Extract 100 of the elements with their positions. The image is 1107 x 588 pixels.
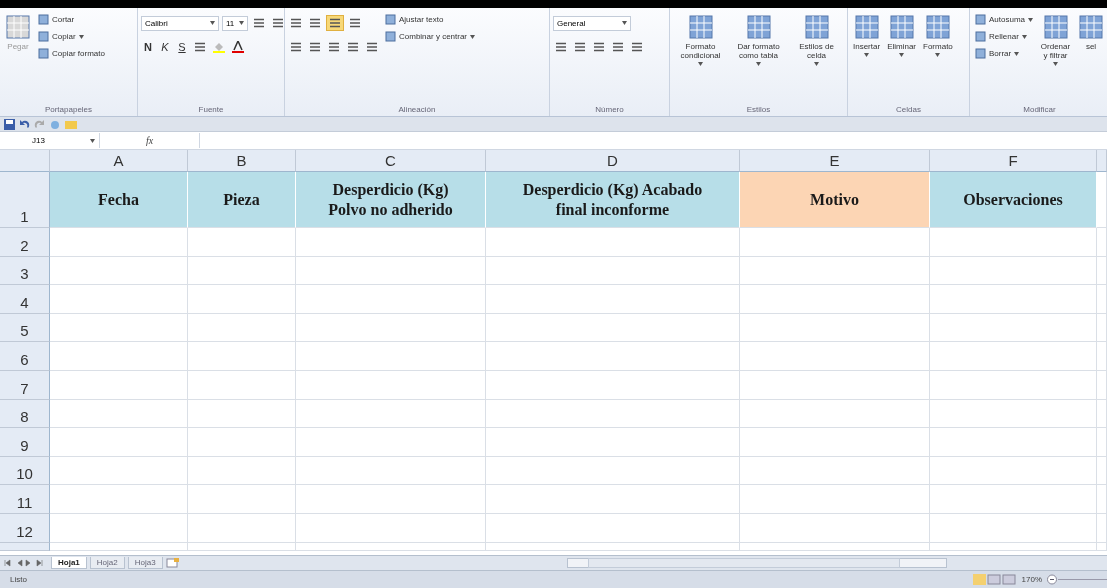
row-header[interactable]: 10	[0, 456, 50, 486]
grid-icon	[803, 14, 830, 40]
column-header[interactable]: E	[740, 150, 930, 172]
lines-icon	[290, 42, 302, 52]
group-label: Fuente	[198, 104, 224, 116]
square-icon	[975, 48, 986, 59]
ribbon-button[interactable]: Dar formato como tabla	[731, 12, 786, 69]
function-label[interactable]: fx	[106, 135, 194, 146]
caret-icon	[78, 34, 84, 39]
ribbon-button[interactable]: Rellenar	[973, 29, 1036, 44]
table-cell: Motivo	[740, 172, 930, 228]
caret-icon	[239, 21, 244, 25]
ribbon-button[interactable]: sel	[1076, 12, 1106, 54]
grid-icon	[1042, 14, 1069, 40]
table-cell	[1097, 542, 1107, 551]
ribbon-button[interactable]: Copiar formato	[36, 46, 107, 61]
sheet-tab[interactable]: Hoja1	[51, 557, 87, 569]
row-header[interactable]: 11	[0, 485, 50, 514]
format-button[interactable]: S	[175, 39, 189, 55]
column-header[interactable]: C	[296, 150, 486, 172]
caret-icon	[622, 21, 627, 25]
row-header[interactable]: 4	[0, 285, 50, 314]
grid-icon	[5, 14, 31, 40]
table-cell	[1097, 370, 1107, 400]
lines-icon	[194, 42, 206, 52]
square-icon	[385, 31, 396, 42]
ribbon-button[interactable]: Insertar	[851, 12, 883, 60]
table-cell	[1097, 285, 1107, 314]
format-button[interactable]: N	[141, 39, 155, 55]
row-header[interactable]: 5	[0, 313, 50, 343]
font-color-button[interactable]	[230, 39, 246, 55]
ribbon-button[interactable]: Borrar	[973, 46, 1036, 61]
row-header[interactable]: 7	[0, 370, 50, 400]
redo-arrow-icon	[34, 118, 45, 130]
ribbon-button[interactable]: Copiar	[36, 29, 107, 44]
lines-icon	[593, 42, 605, 52]
view-buttons-icon	[972, 574, 1017, 585]
format-button[interactable]: K	[158, 39, 172, 55]
table-cell: Fecha	[50, 172, 188, 228]
caret-icon	[1028, 17, 1034, 22]
dropdown-field[interactable]: General	[553, 15, 631, 31]
row-header[interactable]: 9	[0, 428, 50, 457]
folder-icon	[65, 118, 77, 130]
ribbon-button[interactable]: Cortar	[36, 12, 107, 27]
letter-a-icon	[232, 41, 244, 53]
caret-icon	[1014, 51, 1020, 56]
caret-icon	[90, 138, 95, 143]
table-cell: Observaciones	[930, 172, 1097, 228]
row-header[interactable]: 12	[0, 513, 50, 543]
group-label: Modificar	[1023, 104, 1056, 116]
row-header[interactable]: 3	[0, 256, 50, 286]
column-header[interactable]: D	[486, 150, 740, 172]
group-label: Estilos	[746, 104, 771, 116]
square-icon	[38, 14, 49, 25]
ribbon-button[interactable]: Combinar y centrar	[383, 29, 478, 44]
ribbon-button[interactable]: Autosuma	[973, 12, 1036, 27]
row-header[interactable]: 6	[0, 342, 50, 371]
grid-icon	[687, 14, 714, 40]
row-header[interactable]: 2	[0, 228, 50, 257]
row-header[interactable]: 8	[0, 399, 50, 429]
lines-icon	[290, 18, 302, 28]
sheet-tab[interactable]: Hoja3	[127, 557, 163, 569]
table-cell	[1097, 342, 1107, 371]
ribbon-button[interactable]: Estilos de celda	[789, 12, 844, 69]
table-cell: Pieza	[188, 172, 296, 228]
ribbon-button[interactable]: Ajustar texto	[383, 12, 478, 27]
toolbar-button[interactable]	[326, 15, 344, 31]
ribbon-button[interactable]: Eliminar	[885, 12, 919, 60]
horizontal-scrollbar[interactable]	[567, 558, 947, 568]
column-header[interactable]: B	[188, 150, 296, 172]
sheet-tab[interactable]: Hoja2	[89, 557, 125, 569]
table-cell	[1097, 485, 1107, 514]
name-box[interactable]: J13	[0, 133, 100, 148]
lines-icon	[328, 42, 340, 52]
group-label: Celdas	[896, 104, 921, 116]
zoom-level[interactable]: 170%	[1021, 575, 1042, 584]
caret-icon	[864, 53, 870, 58]
dropdown-field[interactable]: 11	[222, 15, 248, 31]
grid-icon	[924, 14, 951, 40]
lines-icon	[612, 42, 624, 52]
lines-icon	[253, 18, 265, 28]
column-header[interactable]: A	[50, 150, 188, 172]
grid-icon	[1078, 14, 1104, 40]
lines-icon	[574, 42, 586, 52]
table-cell	[1097, 172, 1107, 228]
new-sheet-icon	[165, 558, 180, 568]
table-cell	[1097, 428, 1107, 457]
square-icon	[975, 31, 986, 42]
dropdown-field[interactable]: Calibri	[141, 15, 219, 31]
paint-bucket-icon	[213, 41, 225, 53]
lines-icon	[347, 42, 359, 52]
ribbon-button[interactable]: Ordenar y filtrar	[1038, 12, 1073, 69]
status-text: Listo	[10, 575, 27, 584]
caret-icon	[814, 62, 819, 67]
column-header[interactable]: F	[930, 150, 1097, 172]
ribbon-button[interactable]: Formato	[921, 12, 955, 60]
lines-icon	[631, 42, 643, 52]
ribbon-button[interactable]: Formato condicional	[673, 12, 728, 69]
row-header[interactable]: 1	[0, 172, 50, 228]
group-label: Número	[595, 104, 624, 116]
